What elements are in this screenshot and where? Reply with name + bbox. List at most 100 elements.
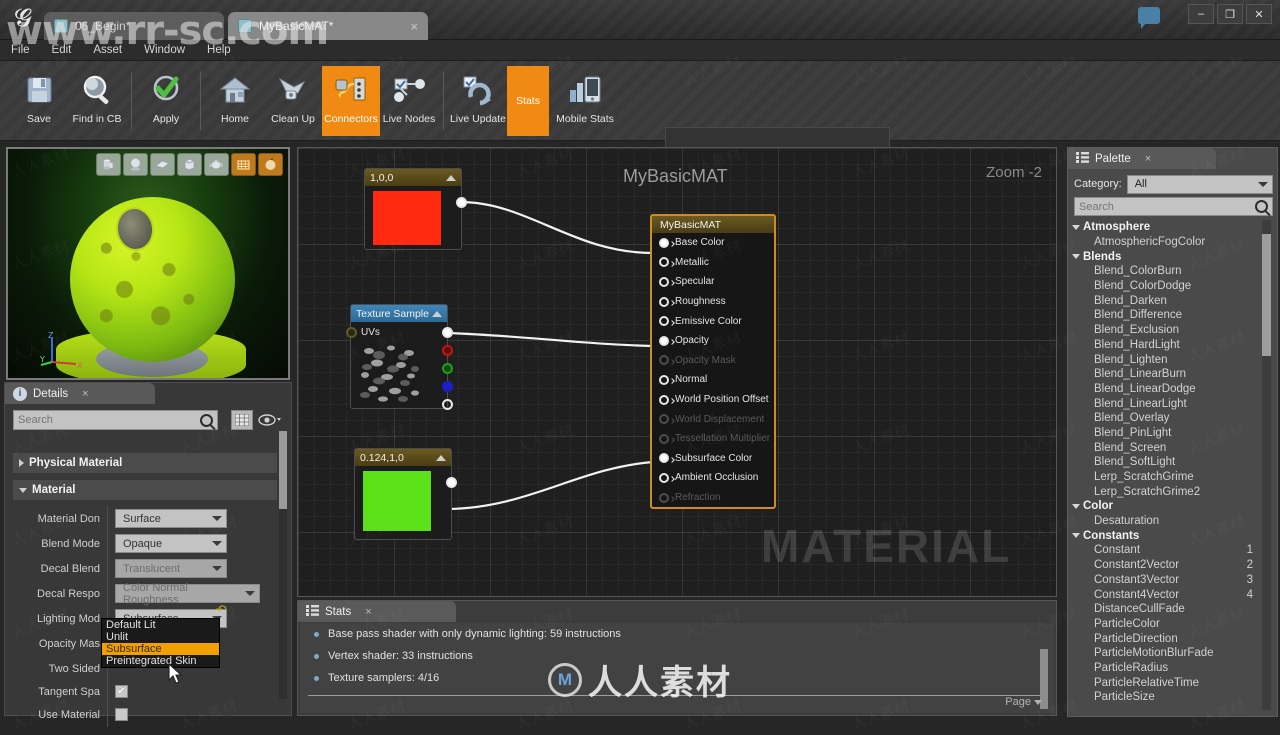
palette-item[interactable]: Blend_Darken bbox=[1072, 293, 1267, 308]
input-pin[interactable] bbox=[659, 374, 669, 385]
input-pin[interactable] bbox=[659, 316, 669, 327]
node-header[interactable]: 1,0,0 bbox=[365, 169, 461, 186]
input-pin[interactable] bbox=[659, 257, 669, 268]
palette-item[interactable]: DistanceCullFade bbox=[1072, 602, 1267, 617]
pin-metallic[interactable]: Metallic bbox=[652, 253, 774, 273]
details-search[interactable] bbox=[13, 410, 218, 430]
palette-search-input[interactable] bbox=[1079, 200, 1255, 213]
palette-item[interactable]: Blend_SoftLight bbox=[1072, 455, 1267, 470]
dropdown-option-default-lit[interactable]: Default Lit bbox=[102, 619, 219, 631]
palette-item[interactable]: Blend_Screen bbox=[1072, 440, 1267, 455]
mobile-stats-button[interactable]: Mobile Stats bbox=[549, 66, 621, 136]
output-pin-r[interactable] bbox=[442, 345, 453, 356]
material-domain-combo[interactable]: Surface bbox=[115, 509, 227, 528]
palette-item[interactable]: Constant 1 bbox=[1072, 543, 1267, 558]
live-nodes-button[interactable]: Live Nodes bbox=[380, 66, 438, 136]
input-pin[interactable] bbox=[659, 472, 669, 483]
output-pin-b[interactable] bbox=[442, 381, 453, 392]
palette-item[interactable]: Blend_ColorDodge bbox=[1072, 279, 1267, 294]
palette-item[interactable]: ParticleMotionBlurFade bbox=[1072, 646, 1267, 661]
close-button[interactable]: ✕ bbox=[1246, 4, 1272, 24]
input-pin[interactable] bbox=[659, 296, 669, 307]
collapse-icon[interactable] bbox=[436, 454, 446, 461]
input-pin[interactable] bbox=[659, 394, 669, 405]
palette-item[interactable]: ParticleColor bbox=[1072, 617, 1267, 632]
palette-item[interactable]: ParticleSize bbox=[1072, 690, 1267, 705]
page-dropdown[interactable]: Page bbox=[1005, 696, 1042, 708]
apply-button[interactable]: Apply bbox=[137, 66, 195, 136]
plane-icon[interactable] bbox=[150, 153, 175, 176]
grid-view-icon[interactable] bbox=[231, 410, 253, 430]
menu-edit[interactable]: Edit bbox=[41, 40, 83, 61]
input-pin[interactable] bbox=[659, 335, 669, 346]
tangent-space-checkbox[interactable] bbox=[115, 685, 128, 698]
find-in-cb-button[interactable]: Find in CB bbox=[68, 66, 126, 136]
collapse-icon[interactable] bbox=[432, 310, 442, 317]
input-pin[interactable] bbox=[659, 237, 669, 248]
palette-item[interactable]: Constant2Vector 2 bbox=[1072, 558, 1267, 573]
input-pin-uvs[interactable] bbox=[346, 327, 357, 338]
palette-item[interactable]: ParticleRadius bbox=[1072, 661, 1267, 676]
input-pin[interactable] bbox=[659, 453, 669, 464]
scrollbar-thumb[interactable] bbox=[1262, 234, 1271, 356]
palette-item[interactable]: Blend_Lighten bbox=[1072, 352, 1267, 367]
details-search-input[interactable] bbox=[18, 414, 200, 426]
feedback-icon[interactable] bbox=[1138, 7, 1160, 29]
pin-roughness[interactable]: Roughness bbox=[652, 292, 774, 312]
palette-group-blends[interactable]: Blends bbox=[1072, 249, 1267, 264]
sphere-icon[interactable] bbox=[123, 153, 148, 176]
palette-item[interactable]: ParticleDirection bbox=[1072, 631, 1267, 646]
output-pin-rgb[interactable] bbox=[442, 327, 453, 338]
palette-item[interactable]: Blend_HardLight bbox=[1072, 338, 1267, 353]
menu-help[interactable]: Help bbox=[196, 40, 242, 61]
connectors-button[interactable]: Connectors bbox=[322, 66, 380, 136]
preview-material-icon[interactable] bbox=[258, 153, 283, 176]
output-pin-g[interactable] bbox=[442, 363, 453, 374]
node-header[interactable]: 0.124,1,0 bbox=[355, 449, 451, 466]
palette-group-constants[interactable]: Constants bbox=[1072, 528, 1267, 543]
grid-icon[interactable] bbox=[231, 153, 256, 176]
live-update-button[interactable]: Live Update bbox=[449, 66, 507, 136]
stats-tab[interactable]: Stats × bbox=[298, 601, 456, 622]
pin-emissive-color[interactable]: Emissive Color bbox=[652, 311, 774, 331]
close-icon[interactable]: × bbox=[365, 606, 371, 618]
palette-item[interactable]: Blend_LinearLight bbox=[1072, 396, 1267, 411]
eye-icon[interactable] bbox=[257, 410, 285, 430]
clean-up-button[interactable]: Clean Up bbox=[264, 66, 322, 136]
palette-search[interactable] bbox=[1074, 197, 1273, 216]
palette-tab[interactable]: Palette × bbox=[1068, 148, 1216, 169]
palette-item[interactable]: Desaturation bbox=[1072, 514, 1267, 529]
node-texture-sample[interactable]: Texture Sample UVs bbox=[346, 304, 453, 410]
close-icon[interactable]: × bbox=[1145, 153, 1151, 165]
palette-item[interactable]: Blend_Exclusion bbox=[1072, 323, 1267, 338]
palette-item[interactable]: Blend_Difference bbox=[1072, 308, 1267, 323]
maximize-button[interactable]: ❐ bbox=[1217, 4, 1243, 24]
palette-item[interactable]: AtmosphericFogColor bbox=[1072, 235, 1267, 250]
pin-ambient-occlusion[interactable]: Ambient Occlusion bbox=[652, 468, 774, 488]
close-icon[interactable]: × bbox=[82, 388, 88, 400]
lighting-model-dropdown[interactable]: Default Lit Unlit Subsurface Preintegrat… bbox=[101, 618, 220, 668]
search-icon[interactable] bbox=[1255, 200, 1268, 213]
pin-subsurface-color[interactable]: Subsurface Color bbox=[652, 449, 774, 469]
palette-scrollbar[interactable] bbox=[1262, 220, 1271, 710]
tab-06-begin[interactable]: 06_Begin* bbox=[44, 12, 224, 40]
palette-item[interactable]: Blend_LinearDodge bbox=[1072, 382, 1267, 397]
dropdown-option-subsurface[interactable]: Subsurface bbox=[102, 643, 219, 655]
input-pin[interactable] bbox=[659, 276, 669, 287]
tab-mybasicmat[interactable]: MyBasicMAT* × bbox=[228, 12, 428, 40]
scrollbar-thumb[interactable] bbox=[279, 431, 287, 509]
palette-item[interactable]: Lerp_ScratchGrime2 bbox=[1072, 484, 1267, 499]
palette-item[interactable]: Blend_Overlay bbox=[1072, 411, 1267, 426]
menu-asset[interactable]: Asset bbox=[82, 40, 133, 61]
palette-item[interactable]: Lerp_ScratchGrime bbox=[1072, 470, 1267, 485]
teapot-icon[interactable] bbox=[204, 153, 229, 176]
node-material-output[interactable]: MyBasicMAT Base Color Metallic Specular … bbox=[650, 214, 776, 510]
dropdown-option-unlit[interactable]: Unlit bbox=[102, 631, 219, 643]
use-material-checkbox[interactable] bbox=[115, 708, 128, 721]
close-icon[interactable]: × bbox=[410, 19, 418, 34]
pin-base-color[interactable]: Base Color bbox=[652, 233, 774, 253]
search-icon[interactable] bbox=[200, 413, 213, 427]
decal-response-combo[interactable]: Color Normal Roughness bbox=[115, 582, 260, 606]
palette-item[interactable]: Blend_PinLight bbox=[1072, 426, 1267, 441]
node-constant-green[interactable]: 0.124,1,0 bbox=[354, 448, 457, 540]
